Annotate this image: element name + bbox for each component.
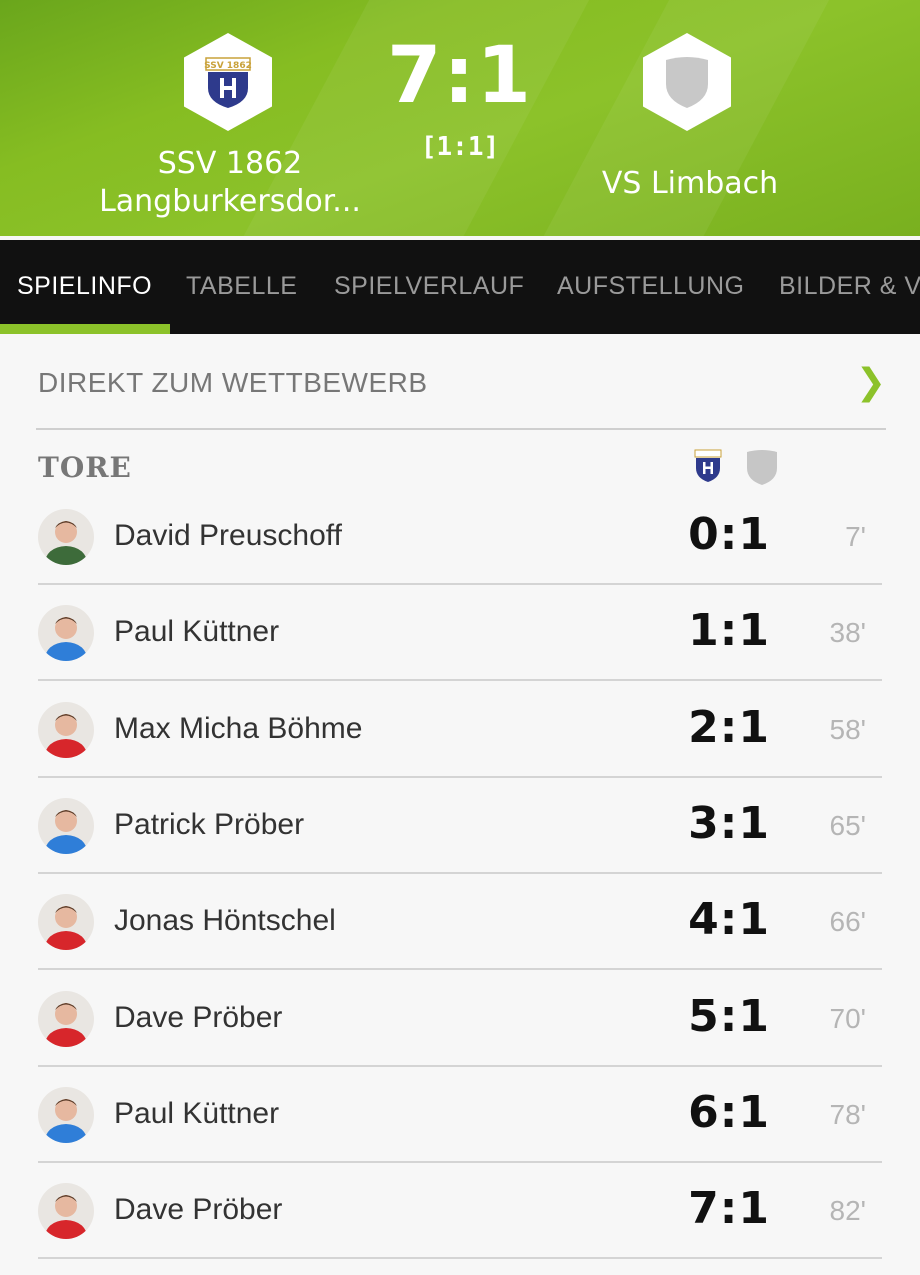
player-avatar xyxy=(38,605,94,662)
scorer-name: Paul Küttner xyxy=(114,1096,280,1130)
shield-placeholder-icon xyxy=(666,57,708,108)
goal-minute: 65' xyxy=(829,809,867,841)
tab-tabelle[interactable]: TABELLE xyxy=(186,272,297,301)
scorer-name: Max Micha Böhme xyxy=(114,711,363,745)
goal-minute: 7' xyxy=(845,521,866,552)
player-avatar xyxy=(38,701,94,758)
home-team-name[interactable]: SSV 1862 Langburkersdor... xyxy=(90,145,370,221)
player-avatar xyxy=(38,1183,94,1240)
competition-link-label: DIREKT ZUM WETTBEWERB xyxy=(38,367,428,398)
halftime-score: [1:1] xyxy=(420,132,500,162)
goal-row[interactable]: Dave Pröber 7:1 82' xyxy=(38,1163,882,1260)
player-avatar xyxy=(38,797,94,854)
scorer-name: David Preuschoff xyxy=(114,519,342,552)
goal-row[interactable]: Patrick Pröber 3:1 65' xyxy=(38,778,882,874)
running-score: 2:1 xyxy=(688,701,770,753)
home-team-name-line1: SSV 1862 xyxy=(157,146,303,181)
running-score: 6:1 xyxy=(688,1086,770,1138)
scorer-name: Dave Pröber xyxy=(114,1193,283,1227)
goal-row[interactable]: David Preuschoff 0:1 7' xyxy=(38,489,882,585)
scorer-name: Patrick Pröber xyxy=(114,807,305,841)
running-score: 7:1 xyxy=(688,1183,770,1235)
final-score: 7:1 xyxy=(387,31,533,121)
player-avatar xyxy=(38,1086,94,1143)
goal-minute: 70' xyxy=(829,1002,867,1034)
goal-minute: 66' xyxy=(829,906,867,938)
goal-row[interactable]: Paul Küttner 1:1 38' xyxy=(38,585,882,682)
scorer-name: Dave Pröber xyxy=(114,1000,283,1034)
running-score: 0:1 xyxy=(688,509,770,560)
home-team-name-line2: Langburkersdor... xyxy=(99,184,361,219)
home-crest-icon: SSV 1862 xyxy=(204,57,252,108)
player-avatar xyxy=(38,509,94,565)
tab-bar: SPIELINFO TABELLE SPIELVERLAUF AUFSTELLU… xyxy=(0,240,920,334)
tab-spielverlauf[interactable]: SPIELVERLAUF xyxy=(334,272,524,301)
home-team-logo[interactable]: SSV 1862 xyxy=(184,33,272,131)
goal-minute: 58' xyxy=(829,713,867,745)
goals-section-title: TORE xyxy=(38,451,132,484)
player-avatar xyxy=(38,990,94,1047)
away-team-name[interactable]: VS Limbach xyxy=(560,165,820,203)
running-score: 4:1 xyxy=(688,894,770,946)
scorer-name: Jonas Höntschel xyxy=(114,904,336,938)
tab-bilder[interactable]: BILDER & V xyxy=(779,272,920,301)
goal-minute: 38' xyxy=(829,617,867,649)
goal-row[interactable]: Max Micha Böhme 2:1 58' xyxy=(38,682,882,778)
away-shield-small-icon xyxy=(747,450,777,485)
competition-link[interactable]: DIREKT ZUM WETTBEWERB ❯ xyxy=(36,340,886,430)
tab-aufstellung[interactable]: AUFSTELLUNG xyxy=(557,272,744,301)
running-score: 5:1 xyxy=(688,990,770,1042)
running-score: 1:1 xyxy=(688,605,770,657)
goal-minute: 82' xyxy=(829,1195,867,1227)
match-header: SSV 1862 SSV 1862 Langburkersdor... 7:1 … xyxy=(0,0,920,236)
goal-row[interactable]: Dave Pröber 5:1 70' xyxy=(38,971,882,1067)
chevron-right-icon: ❯ xyxy=(855,362,886,403)
goal-row[interactable]: Jonas Höntschel 4:1 66' xyxy=(38,874,882,971)
home-crest-small-icon xyxy=(694,449,722,482)
goal-row[interactable]: Paul Küttner 6:1 78' xyxy=(38,1067,882,1163)
svg-text:SSV 1862: SSV 1862 xyxy=(204,61,252,71)
tab-spielinfo[interactable]: SPIELINFO xyxy=(17,272,152,301)
goal-minute: 78' xyxy=(829,1098,867,1130)
scorer-name: Paul Küttner xyxy=(114,615,280,649)
player-avatar xyxy=(38,894,94,951)
active-tab-indicator xyxy=(0,324,170,334)
running-score: 3:1 xyxy=(688,797,770,849)
